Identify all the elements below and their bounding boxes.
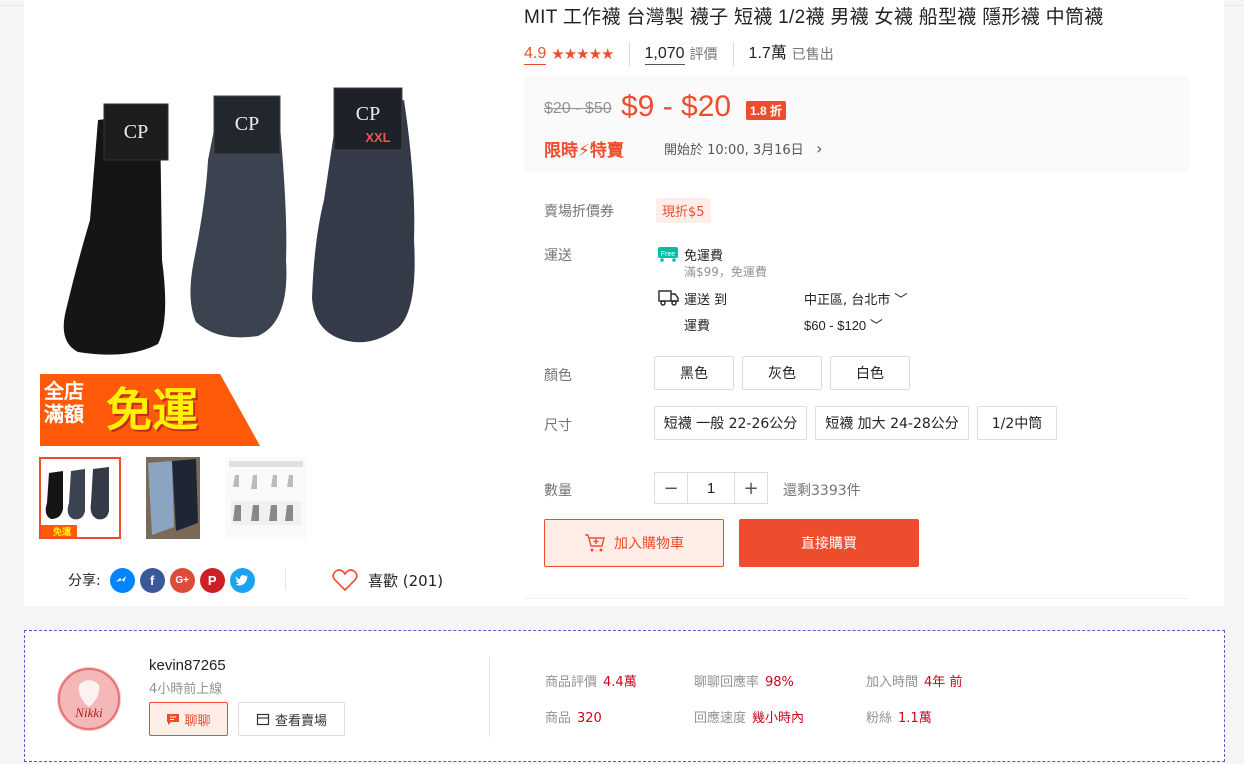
chevron-right-icon: › <box>816 139 823 158</box>
stat-response-time: 回應速度 幾小時內 <box>694 711 805 726</box>
color-label: 顏色 <box>544 368 572 384</box>
sold-count: 1.7萬 <box>748 45 787 62</box>
rating-divider <box>628 42 630 66</box>
svg-text:CP: CP <box>124 121 148 143</box>
share-row: 分享: f G+ P <box>68 566 255 594</box>
rating-value[interactable]: 4.9 <box>524 44 547 65</box>
messenger-icon[interactable] <box>109 567 135 593</box>
voucher-label: 賣場折價券 <box>544 204 614 220</box>
size-option-half[interactable]: 1/2中筒 <box>977 406 1057 440</box>
quantity-minus-button[interactable]: − <box>655 473 687 503</box>
stat-ratings: 商品評價 4.4萬 <box>545 675 637 690</box>
color-option-gray[interactable]: 灰色 <box>742 356 822 390</box>
color-option-black[interactable]: 黑色 <box>654 356 734 390</box>
stat-followers: 粉絲 1.1萬 <box>866 711 932 726</box>
discount-badge: 1.8 折 <box>746 101 787 120</box>
panel-divider <box>524 598 1189 599</box>
free-shipping-min: 滿$99，免運費 <box>684 265 767 279</box>
sold-label: 已售出 <box>791 46 834 62</box>
flash-sale-label: 限時⚡特賣 <box>544 141 624 161</box>
buy-now-button[interactable]: 直接購買 <box>739 519 919 567</box>
quantity-label: 數量 <box>544 483 572 499</box>
thumbnail-2[interactable] <box>146 457 200 539</box>
chat-button[interactable]: 聊聊 <box>149 702 228 736</box>
free-shipping-icon: Free <box>658 247 678 262</box>
shipping-fee-select[interactable]: $60 - $120 ﹀ <box>804 315 883 334</box>
svg-text:CP: CP <box>356 103 380 125</box>
promo-big-text: 免運 <box>106 383 198 437</box>
twitter-icon[interactable] <box>229 567 255 593</box>
free-icon-text: Free <box>661 251 676 258</box>
price-box: $20 - $50 $9 - $20 1.8 折 限時⚡特賣 開始於 10:00… <box>524 76 1189 172</box>
truck-icon <box>658 290 679 306</box>
seller-section: Nikki kevin87265 4小時前上線 聊聊 查看賣場 商品評價 4.4萬… <box>24 630 1225 762</box>
svg-text:XXL: XXL <box>365 130 390 145</box>
stat-products[interactable]: 商品 320 <box>545 707 602 726</box>
size-label: 尺寸 <box>544 418 572 434</box>
svg-text:CP: CP <box>235 113 259 135</box>
stat-chat-response-rate: 聊聊回應率 98% <box>694 675 794 690</box>
heart-icon <box>332 569 358 591</box>
chat-icon <box>167 713 180 725</box>
color-option-white[interactable]: 白色 <box>830 356 910 390</box>
original-price: $20 - $50 <box>544 100 612 117</box>
rating-row: 4.9 ★★★★★ 1,070 評價 1.7萬 已售出 <box>524 42 834 66</box>
free-shipping-promo-banner: 全店 滿額 免運 <box>40 374 260 446</box>
shipping-label: 運送 <box>544 248 572 264</box>
shop-icon <box>256 713 270 725</box>
reviews-count[interactable]: 1,070 <box>644 44 685 65</box>
quantity-plus-button[interactable]: + <box>735 473 767 503</box>
chevron-down-icon: ﹀ <box>869 318 883 333</box>
google-plus-icon[interactable]: G+ <box>169 567 195 593</box>
share-label: 分享: <box>68 573 101 589</box>
facebook-icon[interactable]: f <box>139 567 165 593</box>
product-title: MIT 工作襪 台灣製 襪子 短襪 1/2襪 男襪 女襪 船型襪 隱形襪 中筒襪 <box>524 7 1104 28</box>
stock-remaining: 還剩3393件 <box>783 483 861 499</box>
avatar-logo-text: Nikki <box>74 705 103 720</box>
seller-divider <box>489 657 490 737</box>
view-shop-button[interactable]: 查看賣場 <box>238 702 345 736</box>
thumbnail-1[interactable]: 免運 <box>39 457 121 539</box>
star-rating-icon: ★★★★★ <box>551 46 614 63</box>
quantity-input[interactable]: 1 <box>687 473 735 503</box>
flash-sale-start[interactable]: 開始於 10:00, 3月16日 › <box>664 139 823 158</box>
cart-icon <box>585 534 605 552</box>
like-label: 喜歡 (201) <box>368 571 444 590</box>
free-shipping-text: 免運費 <box>684 249 724 264</box>
thumbnail-3[interactable] <box>225 457 307 539</box>
reviews-label: 評價 <box>689 46 718 62</box>
seller-name: kevin87265 <box>149 657 226 674</box>
shipping-fee-label: 運費 <box>684 319 711 334</box>
size-option-regular[interactable]: 短襪 一般 22-26公分 <box>654 406 807 440</box>
sold-divider <box>732 42 734 66</box>
ship-location-select[interactable]: 中正區, 台北市 ﹀ <box>804 289 907 308</box>
pinterest-icon[interactable]: P <box>199 567 225 593</box>
stat-joined: 加入時間 4年 前 <box>866 675 963 690</box>
ship-to-label: 運送 到 <box>684 293 728 308</box>
thumb-promo-text: 免運 <box>53 528 72 538</box>
share-divider <box>285 568 286 590</box>
current-price: $9 - $20 <box>621 90 732 123</box>
seller-avatar[interactable]: Nikki <box>57 667 121 731</box>
seller-online-status: 4小時前上線 <box>149 682 223 697</box>
quantity-stepper: − 1 + <box>654 472 768 504</box>
like-button[interactable]: 喜歡 (201) <box>332 566 443 594</box>
add-to-cart-button[interactable]: 加入購物車 <box>544 519 724 567</box>
chevron-down-icon: ﹀ <box>894 293 908 308</box>
size-option-large[interactable]: 短襪 加大 24-28公分 <box>815 406 969 440</box>
promo-small-text: 全店 滿額 <box>44 379 84 426</box>
voucher-tag[interactable]: 現折$5 <box>656 198 711 223</box>
